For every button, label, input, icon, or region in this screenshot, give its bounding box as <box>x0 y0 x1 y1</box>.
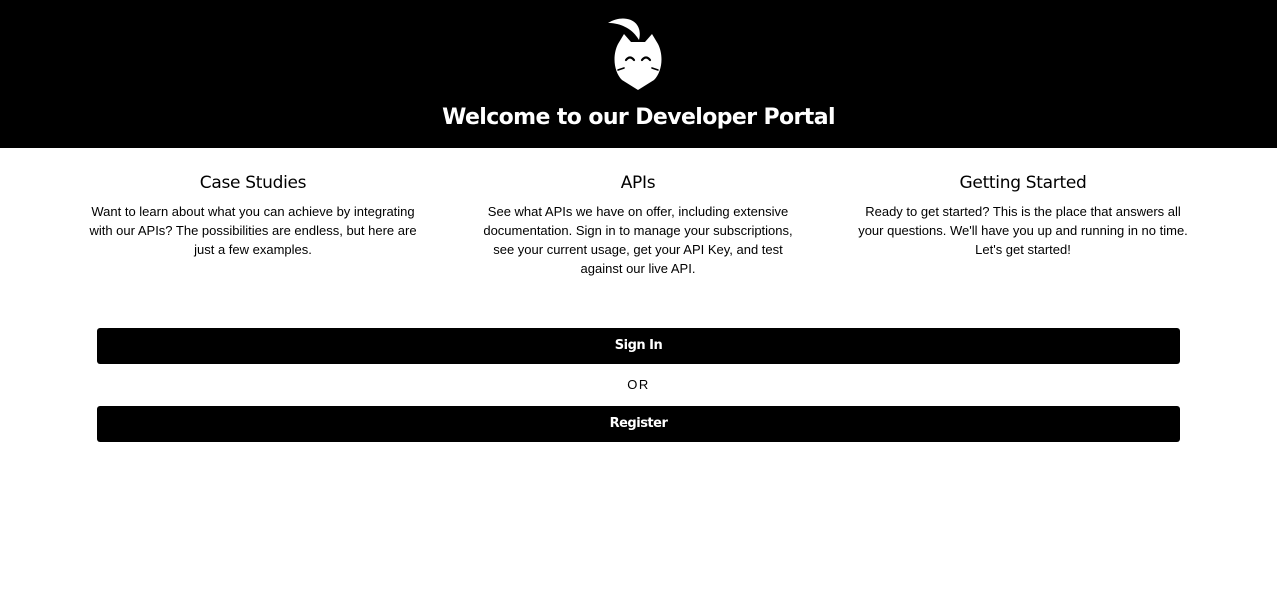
cat-mascot-icon <box>604 14 672 92</box>
feature-title: Getting Started <box>959 173 1087 193</box>
feature-apis: APIs See what APIs we have on offer, inc… <box>473 172 803 278</box>
page-title: Welcome to our Developer Portal <box>442 105 835 130</box>
feature-description: Want to learn about what you can achieve… <box>89 204 417 257</box>
header: Welcome to our Developer Portal <box>0 0 1277 148</box>
sign-in-button[interactable]: Sign In <box>97 328 1180 364</box>
feature-case-studies: Case Studies Want to learn about what yo… <box>88 172 418 259</box>
or-divider: OR <box>627 377 650 392</box>
register-button[interactable]: Register <box>97 406 1180 442</box>
feature-title: Case Studies <box>199 173 307 193</box>
feature-description: See what APIs we have on offer, includin… <box>483 204 793 276</box>
feature-description: Ready to get started? This is the place … <box>858 204 1188 257</box>
feature-getting-started: Getting Started Ready to get started? Th… <box>858 172 1188 259</box>
feature-title: APIs <box>620 173 656 193</box>
